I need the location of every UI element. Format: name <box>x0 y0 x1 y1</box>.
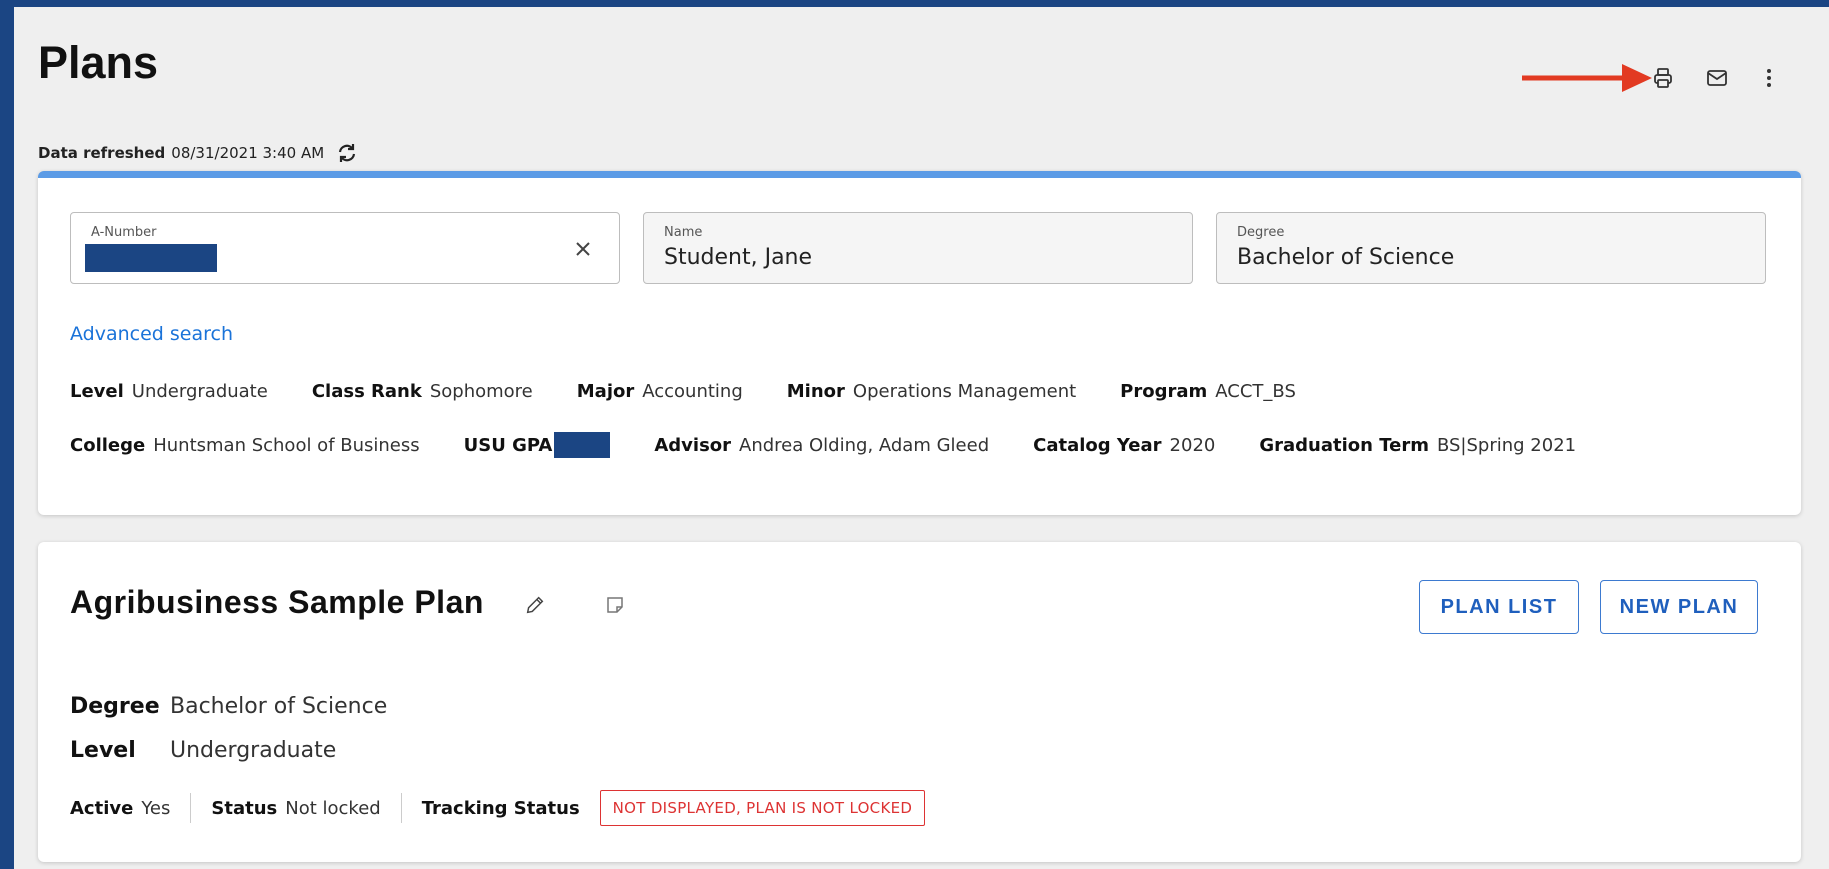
degree-label: Degree <box>1237 225 1285 240</box>
gpa-redaction <box>554 432 611 458</box>
info-advisor: Advisor Andrea Olding, Adam Gleed <box>654 434 990 456</box>
tracking-status-badge: NOT DISPLAYED, PLAN IS NOT LOCKED <box>599 790 926 826</box>
degree-value: Bachelor of Science <box>1237 245 1455 270</box>
name-field[interactable]: Name Student, Jane <box>643 212 1193 284</box>
plan-list-button[interactable]: PLAN LIST <box>1419 580 1579 634</box>
refresh-timestamp: 08/31/2021 3:40 AM <box>171 144 325 162</box>
divider <box>190 793 192 823</box>
name-value: Student, Jane <box>664 245 813 270</box>
a-number-redaction <box>85 244 217 272</box>
info-level: Level Undergraduate <box>70 381 268 402</box>
divider <box>400 793 402 823</box>
info-graduation-term: Graduation Term BS|Spring 2021 <box>1259 434 1577 456</box>
info-class-rank: Class Rank Sophomore <box>311 381 533 402</box>
close-icon[interactable] <box>569 235 597 263</box>
plan-status-row: Active Yes Status Not locked Tracking St… <box>70 790 926 826</box>
refresh-label: Data refreshed <box>38 144 166 162</box>
info-program: Program ACCT_BS <box>1120 381 1296 402</box>
plans-page: Plans Data refreshed 08/31/2021 3:40 AM <box>14 7 1829 869</box>
more-vert-icon[interactable] <box>1754 63 1784 93</box>
status-value: Not locked <box>285 797 381 819</box>
plan-title: Agribusiness Sample Plan <box>70 584 484 620</box>
printer-icon[interactable] <box>1648 63 1678 93</box>
mail-icon[interactable] <box>1702 63 1732 93</box>
student-search-card: A-Number Name Student, Jane Degree Bache… <box>38 171 1801 515</box>
pencil-icon[interactable] <box>520 590 550 620</box>
new-plan-button[interactable]: NEW PLAN <box>1600 580 1758 634</box>
info-major: Major Accounting <box>576 381 743 402</box>
student-info-row-2: College Huntsman School of Business USU G… <box>70 432 1620 458</box>
page-title: Plans <box>38 37 159 88</box>
a-number-field[interactable]: A-Number <box>70 212 620 284</box>
info-catalog-year: Catalog Year 2020 <box>1033 434 1216 456</box>
info-college: College Huntsman School of Business <box>70 434 420 456</box>
annotation-arrow <box>1522 64 1652 92</box>
info-minor: Minor Operations Management <box>786 381 1077 402</box>
refresh-icon[interactable] <box>334 140 360 166</box>
active-value: Yes <box>141 797 171 819</box>
tracking-status-label: Tracking Status <box>421 797 580 819</box>
info-gpa: USU GPA <box>464 432 611 458</box>
plan-degree: Degree Bachelor of Science <box>70 694 388 719</box>
plan-card: Agribusiness Sample Plan PLAN LIST NEW P… <box>38 542 1801 862</box>
degree-field[interactable]: Degree Bachelor of Science <box>1216 212 1766 284</box>
name-label: Name <box>664 225 703 240</box>
active-label: Active <box>70 797 134 819</box>
student-info-row-1: Level Undergraduate Class Rank Sophomore M… <box>70 381 1340 402</box>
data-refreshed: Data refreshed 08/31/2021 3:40 AM <box>38 140 360 166</box>
plan-level: Level Undergraduate <box>70 738 337 763</box>
note-icon[interactable] <box>600 590 630 620</box>
status-label: Status <box>211 797 278 819</box>
advanced-search-link[interactable]: Advanced search <box>70 323 233 345</box>
a-number-label: A-Number <box>91 225 157 240</box>
